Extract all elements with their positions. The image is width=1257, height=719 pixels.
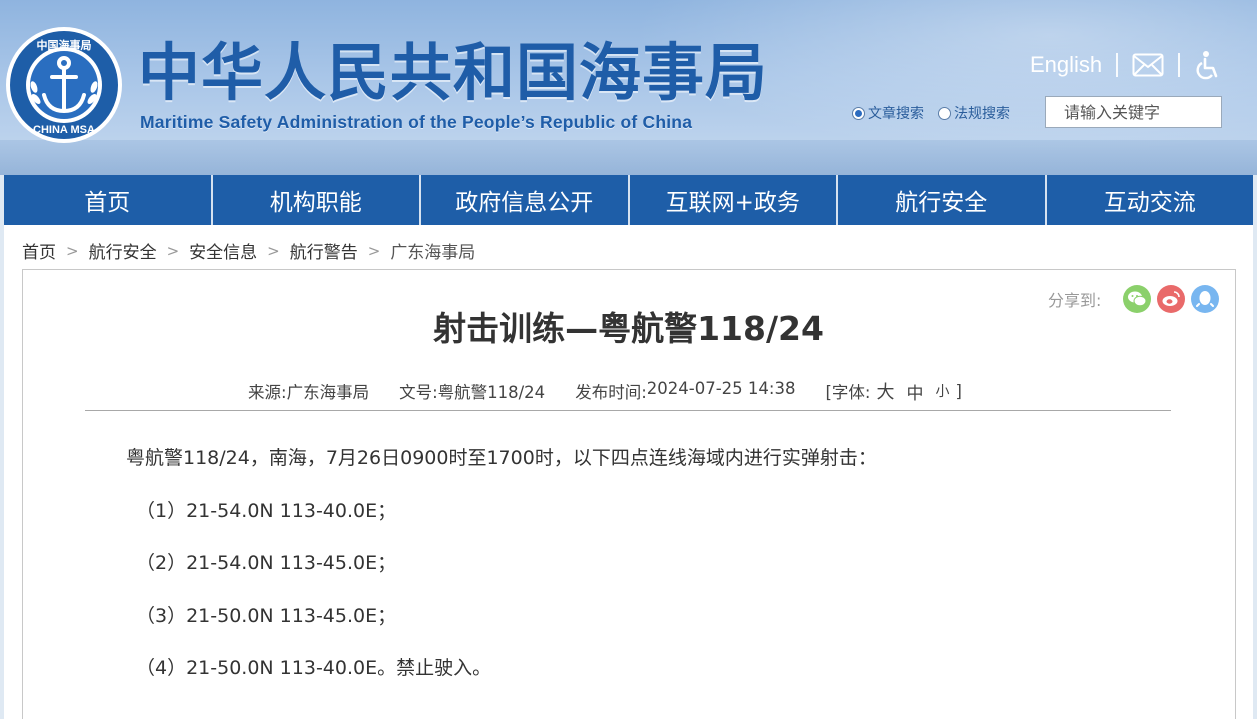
breadcrumb-guangdong-msa[interactable]: 广东海事局	[390, 238, 475, 263]
accessibility-icon[interactable]	[1194, 50, 1220, 80]
coordinate-item: （2）21-54.0N 113-45.0E；	[136, 552, 397, 574]
search-option-article[interactable]: 文章搜索	[852, 103, 924, 123]
msa-logo[interactable]: 中国海事局 CHINA MSA	[4, 25, 124, 145]
font-size-label: [字体:	[825, 383, 871, 402]
article-body: 粤航警118/24，南海，7月26日0900时至1700时，以下四点连线海域内进…	[126, 443, 1166, 706]
meta-doc-label: 文号:	[399, 383, 438, 402]
top-link-divider	[1116, 53, 1119, 77]
breadcrumb-nav-warning[interactable]: 航行警告	[290, 238, 358, 263]
main-nav: 首页 机构职能 政府信息公开 互联网+政务 航行安全 互动交流	[4, 175, 1253, 225]
search-option-article-label: 文章搜索	[868, 106, 924, 122]
english-link[interactable]: English	[1030, 52, 1102, 78]
breadcrumb-separator: >	[66, 241, 79, 260]
meta-source-label: 来源:	[248, 383, 287, 402]
nav-item-interaction[interactable]: 互动交流	[1047, 175, 1254, 225]
breadcrumb: 首页 > 航行安全 > 安全信息 > 航行警告 > 广东海事局	[22, 238, 475, 264]
meta-doc-number: 文号: 粤航警118/24	[399, 379, 545, 403]
meta-time-label: 发布时间:	[575, 383, 647, 402]
search-option-law-label: 法规搜索	[954, 106, 1010, 122]
nav-item-internet-gov[interactable]: 互联网+政务	[630, 175, 838, 225]
meta-source: 来源: 广东海事局	[248, 379, 369, 403]
breadcrumb-separator: >	[267, 241, 280, 260]
nav-item-home[interactable]: 首页	[4, 175, 213, 225]
top-links: English	[1030, 48, 1220, 82]
mail-icon[interactable]	[1132, 53, 1164, 77]
search-option-law[interactable]: 法规搜索	[938, 103, 1010, 123]
font-size-small-button[interactable]: 小	[935, 381, 949, 401]
breadcrumb-home[interactable]: 首页	[22, 238, 56, 263]
meta-publish-time: 发布时间: 2024-07-25 14:38	[575, 379, 795, 403]
radio-article[interactable]	[852, 106, 865, 120]
font-size-large-button[interactable]: 大	[876, 378, 894, 404]
meta-time-value: 2024-07-25 14:38	[646, 379, 796, 398]
search-type-options: 文章搜索 法规搜索	[852, 103, 1024, 123]
meta-doc-value: 粤航警118/24	[437, 383, 546, 402]
meta-source-value: 广东海事局	[286, 383, 370, 402]
coordinate-item: （4）21-50.0N 113-40.0E。禁止驶入。	[136, 657, 492, 679]
coordinate-item: （1）21-54.0N 113-40.0E；	[136, 499, 397, 522]
breadcrumb-safety-info[interactable]: 安全信息	[189, 238, 257, 263]
header-sea-band	[0, 140, 1257, 175]
coordinate-item: （3）21-50.0N 113-45.0E；	[136, 604, 397, 627]
breadcrumb-nav-safety[interactable]: 航行安全	[89, 238, 157, 263]
nav-item-gov-info[interactable]: 政府信息公开	[421, 175, 630, 225]
logo-text-top: 中国海事局	[37, 38, 92, 52]
breadcrumb-separator: >	[166, 241, 180, 260]
article-paragraph: 粤航警118/24，南海，7月26日0900时至1700时，以下四点连线海域内进…	[126, 447, 877, 469]
site-title-en: Maritime Safety Administration of the Pe…	[140, 112, 693, 132]
nav-item-functions[interactable]: 机构职能	[213, 175, 421, 225]
breadcrumb-separator: >	[367, 241, 381, 260]
article-meta: 来源: 广东海事局 文号: 粤航警118/24 发布时间: 2024-07-25…	[248, 378, 962, 404]
search-input[interactable]	[1045, 96, 1222, 128]
font-size-close-bracket: ]	[955, 381, 962, 401]
font-size-switcher: [字体: 大 中 小 ]	[825, 378, 961, 404]
nav-item-nav-safety[interactable]: 航行安全	[838, 175, 1047, 225]
logo-text-bottom: CHINA MSA	[33, 124, 95, 136]
top-link-divider	[1178, 53, 1181, 77]
font-size-medium-button[interactable]: 中	[906, 379, 923, 404]
title-divider	[85, 410, 1171, 411]
article-title: 射击训练—粤航警118/24	[433, 309, 824, 348]
radio-law[interactable]	[938, 106, 951, 120]
site-title-cn: 中华人民共和国海事局	[138, 36, 769, 109]
